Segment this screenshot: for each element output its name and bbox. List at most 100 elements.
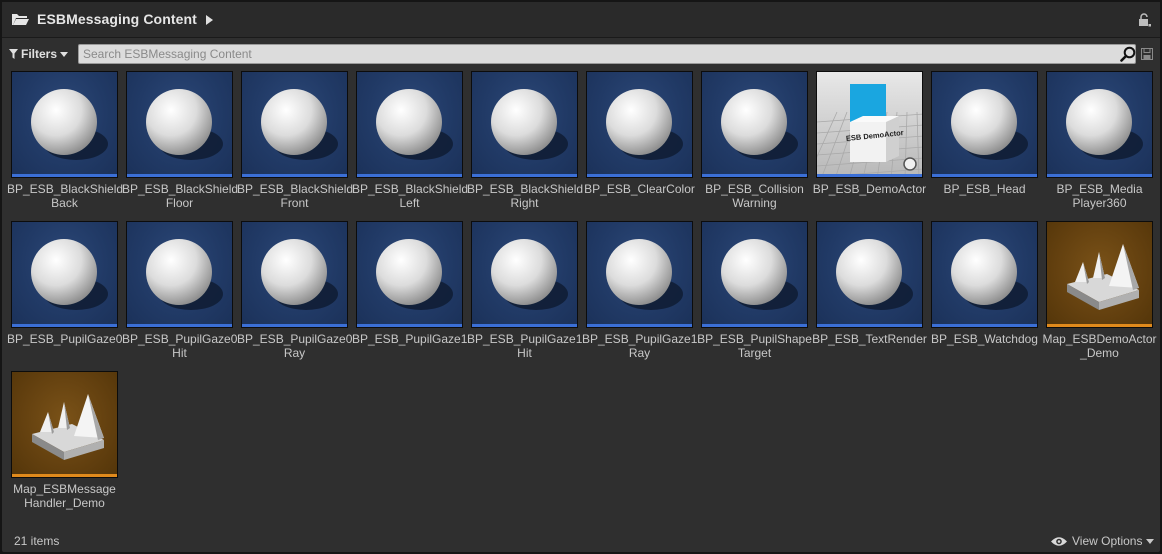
- asset-name-label: BP_ESB_BlackShield Left: [352, 182, 469, 210]
- asset-thumbnail[interactable]: [11, 71, 118, 178]
- map-thumbnail-icon: [1067, 244, 1139, 310]
- asset-name-label: BP_ESB_PupilGaze1: [352, 332, 468, 346]
- asset-tile[interactable]: BP_ESB_PupilGaze0: [7, 221, 122, 363]
- asset-type-color-bar: [12, 324, 117, 327]
- asset-tile[interactable]: Map_ESBDemoActor _Demo: [1042, 221, 1157, 363]
- asset-tile[interactable]: BP_ESB_ClearColor: [584, 71, 695, 213]
- asset-tile[interactable]: BP_ESB_Media Player360: [1046, 71, 1153, 213]
- asset-tile[interactable]: BP_ESB_Head: [931, 71, 1038, 213]
- asset-name-label: Map_ESBDemoActor _Demo: [1042, 332, 1157, 360]
- asset-thumbnail[interactable]: [701, 71, 808, 178]
- blueprint-thumbnail-icon: [261, 239, 338, 310]
- blueprint-thumbnail-icon: [721, 239, 798, 310]
- breadcrumb-folder[interactable]: ESBMessaging Content: [37, 11, 197, 27]
- filters-button[interactable]: Filters: [9, 45, 72, 63]
- asset-thumbnail[interactable]: [11, 371, 118, 478]
- asset-name-label: BP_ESB_PupilGaze0 Hit: [122, 332, 238, 360]
- asset-thumbnail[interactable]: [586, 221, 693, 328]
- asset-tile[interactable]: BP_ESB_BlackShield Floor: [122, 71, 238, 213]
- asset-name-label: BP_ESB_TextRender: [812, 332, 927, 346]
- blueprint-thumbnail-icon: [376, 89, 453, 160]
- asset-thumbnail[interactable]: [126, 221, 233, 328]
- path-header: ESBMessaging Content: [2, 2, 1160, 38]
- asset-thumbnail[interactable]: [471, 221, 578, 328]
- blueprint-thumbnail-icon: [146, 89, 223, 160]
- blueprint-thumbnail-icon: [951, 89, 1028, 160]
- blueprint-thumbnail-icon: [261, 89, 338, 160]
- asset-thumbnail[interactable]: [816, 221, 923, 328]
- asset-name-label: BP_ESB_PupilGaze0: [7, 332, 123, 346]
- asset-type-color-bar: [1047, 174, 1152, 177]
- blueprint-thumbnail-icon: [31, 89, 108, 160]
- asset-tile[interactable]: BP_ESB_PupilGaze1 Hit: [467, 221, 582, 363]
- asset-thumbnail[interactable]: [586, 71, 693, 178]
- search-box[interactable]: [78, 44, 1136, 64]
- asset-tile[interactable]: BP_ESB_BlackShield Front: [237, 71, 353, 213]
- asset-thumbnail[interactable]: [471, 71, 578, 178]
- asset-thumbnail[interactable]: [241, 221, 348, 328]
- breadcrumb-arrow-icon[interactable]: [206, 15, 213, 25]
- asset-type-color-bar: [587, 174, 692, 177]
- filter-funnel-icon: [9, 49, 18, 59]
- asset-tile[interactable]: BP_ESB_BlackShield Right: [467, 71, 583, 213]
- asset-tile[interactable]: BP_ESB_Collision Warning: [701, 71, 808, 213]
- asset-name-label: BP_ESB_Media Player360: [1056, 182, 1143, 210]
- asset-name-label: BP_ESB_DemoActor: [812, 182, 927, 196]
- blueprint-thumbnail-icon: [721, 89, 798, 160]
- asset-thumbnail[interactable]: [931, 221, 1038, 328]
- asset-type-color-bar: [932, 174, 1037, 177]
- asset-thumbnail[interactable]: [701, 221, 808, 328]
- blueprint-thumbnail-icon: [31, 239, 108, 310]
- content-browser-panel: ESBMessaging Content Filters Search ESBM…: [2, 2, 1160, 552]
- asset-thumbnail[interactable]: [931, 71, 1038, 178]
- asset-tile[interactable]: BP_ESB_PupilGaze0 Hit: [122, 221, 237, 363]
- asset-type-color-bar: [242, 324, 347, 327]
- item-count: 21 items: [14, 534, 60, 548]
- asset-type-color-bar: [242, 174, 347, 177]
- asset-thumbnail[interactable]: ESB DemoActor: [816, 71, 923, 178]
- view-options-label: View Options: [1072, 534, 1143, 548]
- asset-thumbnail[interactable]: [356, 221, 463, 328]
- search-icon[interactable]: [1120, 46, 1136, 62]
- asset-thumbnail[interactable]: [356, 71, 463, 178]
- asset-type-color-bar: [702, 324, 807, 327]
- asset-tile[interactable]: BP_ESB_PupilGaze1 Ray: [582, 221, 697, 363]
- asset-tile[interactable]: BP_ESB_BlackShield Back: [7, 71, 123, 213]
- asset-type-color-bar: [472, 174, 577, 177]
- asset-tile[interactable]: BP_ESB_PupilGaze0 Ray: [237, 221, 352, 363]
- filters-label: Filters: [21, 47, 58, 61]
- asset-type-color-bar: [12, 174, 117, 177]
- asset-type-color-bar: [817, 324, 922, 327]
- asset-thumbnail[interactable]: [241, 71, 348, 178]
- asset-tile[interactable]: Map_ESBMessage Handler_Demo: [11, 371, 118, 513]
- asset-name-label: BP_ESB_Watchdog: [931, 332, 1038, 346]
- asset-name-label: BP_ESB_BlackShield Right: [467, 182, 584, 210]
- blueprint-thumbnail-icon: [951, 239, 1028, 310]
- view-options-button[interactable]: View Options: [1050, 532, 1156, 550]
- blueprint-thumbnail-icon: [606, 89, 683, 160]
- asset-tile[interactable]: BP_ESB_PupilGaze1: [352, 221, 467, 363]
- save-search-icon[interactable]: [1141, 48, 1153, 60]
- asset-thumbnail[interactable]: [1046, 71, 1153, 178]
- asset-tile[interactable]: BP_ESB_BlackShield Left: [352, 71, 468, 213]
- folder-open-icon: [12, 14, 29, 25]
- asset-thumbnail[interactable]: [126, 71, 233, 178]
- asset-type-color-bar: [702, 174, 807, 177]
- asset-tile[interactable]: BP_ESB_PupilShape Target: [697, 221, 812, 363]
- eye-icon: [1051, 536, 1067, 546]
- blueprint-thumbnail-icon: [146, 239, 223, 310]
- asset-name-label: BP_ESB_BlackShield Floor: [122, 182, 239, 210]
- asset-tile[interactable]: BP_ESB_TextRender: [812, 221, 927, 363]
- asset-thumbnail[interactable]: [11, 221, 118, 328]
- search-input[interactable]: [83, 46, 1103, 62]
- blueprint-thumbnail-icon: ESB DemoActor: [817, 84, 922, 177]
- asset-name-label: BP_ESB_PupilShape Target: [697, 332, 812, 360]
- asset-name-label: BP_ESB_ClearColor: [584, 182, 695, 196]
- lock-icon[interactable]: [1138, 13, 1152, 27]
- blueprint-thumbnail-icon: [606, 239, 683, 310]
- asset-tile[interactable]: ESB DemoActor BP_ESB_DemoActor: [813, 71, 926, 213]
- asset-thumbnail[interactable]: [1046, 221, 1153, 328]
- asset-tile[interactable]: BP_ESB_Watchdog: [931, 221, 1038, 363]
- asset-type-color-bar: [127, 174, 232, 177]
- asset-name-label: BP_ESB_Head: [943, 182, 1026, 196]
